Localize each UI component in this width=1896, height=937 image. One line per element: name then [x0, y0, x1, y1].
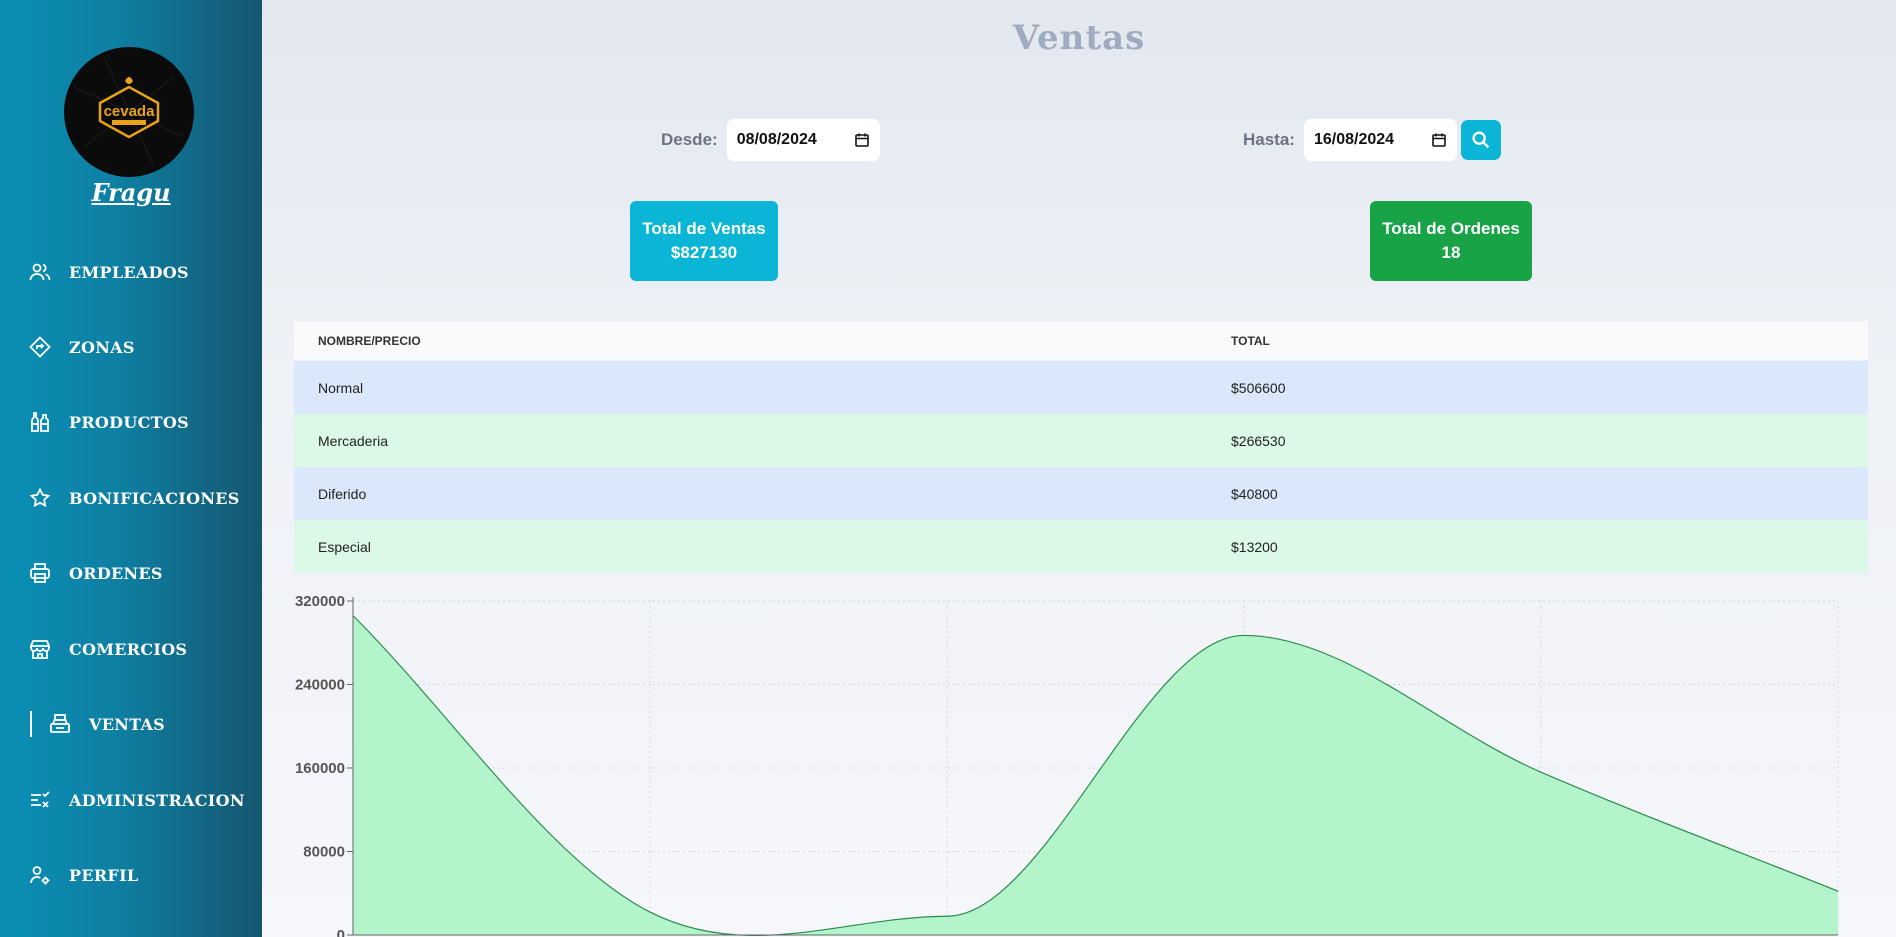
- data-point: [649, 911, 651, 913]
- sidebar-item-bonificaciones[interactable]: BONIFICACIONES: [28, 478, 240, 518]
- sidebar-item-comercios[interactable]: COMERCIOS: [28, 629, 187, 669]
- y-tick-label: 80000: [303, 844, 345, 861]
- desde-label: Desde:: [661, 130, 718, 149]
- calendar-icon[interactable]: [854, 132, 870, 148]
- star-icon: [28, 486, 52, 510]
- sidebar-item-ordenes[interactable]: ORDENES: [28, 553, 163, 593]
- user-gear-icon: [28, 863, 52, 887]
- hasta-date-input[interactable]: 16/08/2024: [1303, 119, 1457, 161]
- search-icon: [1472, 131, 1490, 149]
- hasta-label: Hasta:: [1243, 130, 1295, 149]
- active-indicator: [30, 711, 32, 737]
- desde-date-value: 08/08/2024: [736, 131, 817, 148]
- table-row: Mercaderia $266530: [294, 414, 1868, 467]
- users-icon: [28, 260, 52, 284]
- sidebar-item-label: ORDENES: [69, 563, 163, 583]
- sidebar-item-label: BONIFICACIONES: [69, 488, 240, 508]
- sidebar-item-administracion[interactable]: ADMINISTRACION: [28, 780, 245, 820]
- desde-date-input[interactable]: 08/08/2024: [726, 119, 880, 161]
- column-header-total: TOTAL: [1231, 333, 1270, 348]
- sidebar-item-label: EMPLEADOS: [69, 262, 189, 282]
- sidebar-item-productos[interactable]: PRODUCTOS: [28, 402, 189, 442]
- table-row: Especial $13200: [294, 520, 1868, 573]
- sidebar-item-ventas[interactable]: VENTAS: [30, 704, 165, 744]
- sidebar-item-label: PRODUCTOS: [69, 412, 189, 432]
- ventas-table: NOMBRE/PRECIO TOTAL Normal $506600 Merca…: [294, 321, 1868, 573]
- checklist-icon: [28, 788, 52, 812]
- sidebar-item-empleados[interactable]: EMPLEADOS: [28, 252, 189, 292]
- sidebar-item-perfil[interactable]: PERFIL: [28, 855, 138, 895]
- table-header: NOMBRE/PRECIO TOTAL: [294, 321, 1868, 361]
- calendar-icon[interactable]: [1431, 132, 1447, 148]
- total-ventas-card: Total de Ventas $827130: [630, 201, 778, 281]
- hasta-filter: Hasta: 16/08/2024: [1243, 119, 1457, 161]
- cash-register-icon: [48, 712, 72, 736]
- total-ordenes-label: Total de Ordenes: [1382, 219, 1520, 238]
- data-point: [946, 915, 948, 917]
- sidebar-item-label: ZONAS: [69, 337, 135, 357]
- total-ordenes-value: 18: [1441, 243, 1461, 262]
- row-total: $40800: [1231, 485, 1278, 502]
- sidebar: cevada Fragu EMPLEADOS ZONAS PRODUCTOS B…: [0, 0, 262, 937]
- y-tick-label: 320000: [295, 593, 345, 610]
- desde-filter: Desde: 08/08/2024: [661, 119, 880, 161]
- row-name: Diferido: [318, 485, 367, 502]
- data-point: [1837, 890, 1839, 892]
- brand-logo[interactable]: cevada: [64, 47, 194, 177]
- y-tick-label: 160000: [295, 760, 345, 777]
- row-total: $13200: [1231, 538, 1278, 555]
- store-icon: [28, 637, 52, 661]
- directions-icon: [28, 335, 52, 359]
- bottles-icon: [28, 410, 52, 434]
- logo-wordmark: cevada: [104, 103, 156, 120]
- total-ordenes-card: Total de Ordenes 18: [1370, 201, 1532, 281]
- total-ventas-value: $827130: [670, 243, 738, 262]
- table-row: Normal $506600: [294, 361, 1868, 414]
- sidebar-item-zonas[interactable]: ZONAS: [28, 327, 135, 367]
- search-button[interactable]: [1461, 120, 1501, 160]
- sidebar-item-label: COMERCIOS: [69, 639, 188, 659]
- sales-area-chart: 0 80000 160000 240000 320000: [295, 593, 1839, 937]
- y-tick-label: 0: [337, 927, 345, 937]
- row-total: $266530: [1231, 432, 1286, 449]
- row-total: $506600: [1231, 379, 1286, 396]
- sidebar-item-label: ADMINISTRACION: [69, 790, 245, 810]
- row-name: Especial: [318, 538, 371, 555]
- total-ventas-label: Total de Ventas: [642, 219, 766, 238]
- hasta-date-value: 16/08/2024: [1313, 131, 1395, 148]
- page-title: Ventas: [1012, 18, 1146, 58]
- data-point: [1243, 634, 1245, 636]
- y-tick-label: 240000: [295, 677, 345, 694]
- sidebar-item-label: PERFIL: [69, 865, 139, 885]
- data-point: [1540, 771, 1542, 773]
- column-header-nombre: NOMBRE/PRECIO: [318, 333, 421, 348]
- row-name: Normal: [318, 379, 364, 396]
- sidebar-item-label: VENTAS: [89, 714, 166, 734]
- brand-name[interactable]: Fragu: [0, 178, 262, 207]
- table-row: Diferido $40800: [294, 467, 1868, 520]
- printer-icon: [28, 561, 52, 585]
- row-name: Mercaderia: [318, 432, 389, 449]
